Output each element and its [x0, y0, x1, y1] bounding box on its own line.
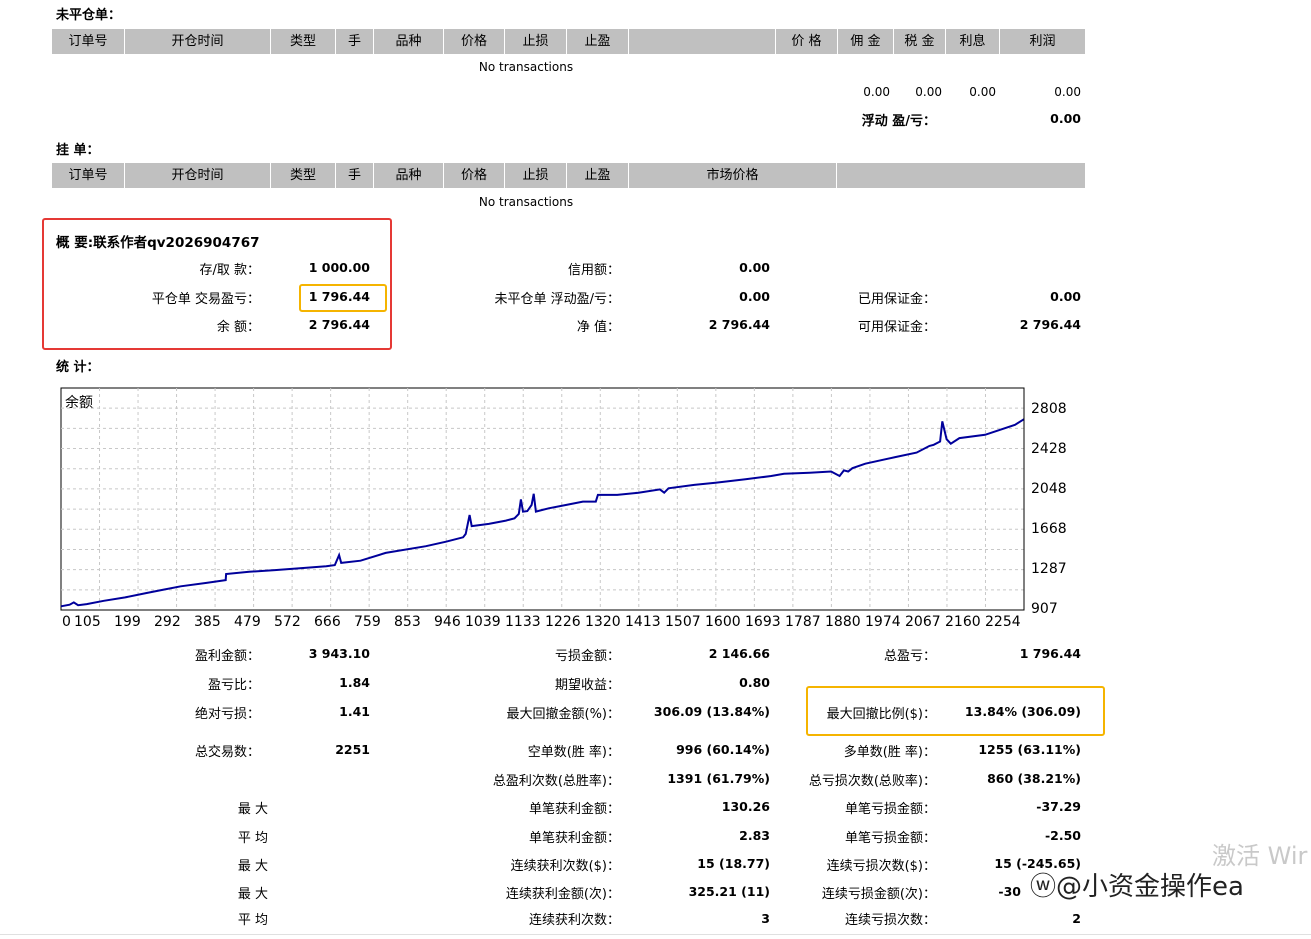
y-tick: 907 [1031, 601, 1058, 617]
average-loss-label: 单笔亏损金额： [844, 831, 936, 846]
x-tick: 105 [74, 614, 101, 630]
x-tick: 1320 [585, 614, 621, 630]
gross-loss-value: 2 146.66 [708, 646, 770, 661]
x-tick: 1693 [745, 614, 781, 630]
x-tick: 2254 [985, 614, 1021, 630]
y-tick: 2428 [1031, 441, 1067, 457]
average-profit-value: 2.83 [739, 828, 770, 843]
total-trades-label: 总交易数： [194, 745, 260, 760]
total-net-profit-value: 1 796.44 [1019, 646, 1081, 661]
short-trades-value: 996 (60.14%) [676, 742, 770, 757]
max-drawdown-value: 306.09 (13.84%) [653, 704, 770, 719]
side-label-max: 最 大 [237, 887, 268, 902]
x-tick: 199 [114, 614, 141, 630]
side-label-max: 最 大 [237, 859, 268, 874]
largest-profit-value: 130.26 [721, 799, 770, 814]
side-label-avg: 平 均 [237, 831, 268, 846]
x-tick: 2067 [905, 614, 941, 630]
gross-loss-label: 亏损金额： [554, 649, 620, 664]
profit-trades-label: 总盈利次数(总胜率)： [492, 774, 620, 789]
gross-profit-label: 盈利金额： [194, 649, 260, 664]
max-consecutive-loss-label: 连续亏损金额(次)： [821, 887, 936, 902]
max-consecutive-losses-label: 连续亏损次数($)： [826, 859, 936, 874]
y-tick: 1668 [1031, 521, 1067, 537]
x-tick: 1507 [665, 614, 701, 630]
x-tick: 666 [314, 614, 341, 630]
total-trades-value: 2251 [335, 742, 370, 757]
x-tick: 1226 [545, 614, 581, 630]
largest-loss-label: 单笔亏损金额： [844, 802, 936, 817]
max-consecutive-profit-value: 325.21 (11) [688, 884, 770, 899]
x-tick: 946 [434, 614, 461, 630]
y-tick: 2048 [1031, 481, 1067, 497]
max-consecutive-profit-label: 连续获利金额(次)： [505, 887, 620, 902]
side-label-max: 最 大 [237, 802, 268, 817]
x-tick: 1880 [825, 614, 861, 630]
x-tick: 572 [274, 614, 301, 630]
drawdown-highlight-box [806, 686, 1105, 736]
absolute-drawdown-label: 绝对亏损： [194, 707, 260, 722]
x-tick: 1600 [705, 614, 741, 630]
x-tick: 853 [394, 614, 421, 630]
gross-profit-value: 3 943.10 [308, 646, 370, 661]
x-tick: 0 [62, 614, 71, 630]
avg-consecutive-losses-value: 2 [1072, 911, 1081, 926]
y-tick: 1287 [1031, 561, 1067, 577]
x-tick: 1974 [865, 614, 901, 630]
avg-consecutive-losses-label: 连续亏损次数： [844, 913, 936, 928]
x-tick: 1039 [465, 614, 501, 630]
loss-trades-label: 总亏损次数(总败率)： [808, 774, 936, 789]
loss-trades-value: 860 (38.21%) [987, 771, 1081, 786]
chart-title: 余额 [65, 395, 93, 411]
average-profit-label: 单笔获利金额： [528, 831, 620, 846]
largest-loss-value: -37.29 [1036, 799, 1081, 814]
y-tick: 2808 [1031, 401, 1067, 417]
x-tick: 385 [194, 614, 221, 630]
profit-factor-label: 盈亏比： [207, 678, 260, 693]
short-trades-label: 空单数(胜 率)： [527, 745, 620, 760]
weibo-watermark: ⓦ@小资金操作ea [1030, 872, 1244, 902]
long-trades-value: 1255 (63.11%) [978, 742, 1081, 757]
bottom-divider [0, 934, 1311, 935]
x-tick: 1787 [785, 614, 821, 630]
side-label-avg: 平 均 [237, 913, 268, 928]
expected-payoff-label: 期望收益： [554, 678, 620, 693]
avg-consecutive-wins-value: 3 [761, 911, 770, 926]
max-drawdown-label: 最大回撤金额(%)： [506, 707, 621, 722]
profit-trades-value: 1391 (61.79%) [667, 771, 770, 786]
chart-plot-area [60, 387, 1025, 611]
x-tick: 479 [234, 614, 261, 630]
max-consecutive-loss-value: -30 [998, 884, 1021, 899]
profit-factor-value: 1.84 [339, 675, 370, 690]
x-tick: 1133 [505, 614, 541, 630]
x-tick: 1413 [625, 614, 661, 630]
max-consecutive-wins-value: 15 (18.77) [697, 856, 770, 871]
x-tick: 2160 [945, 614, 981, 630]
largest-profit-label: 单笔获利金额： [528, 802, 620, 817]
avg-consecutive-wins-label: 连续获利次数： [528, 913, 620, 928]
x-tick: 292 [154, 614, 181, 630]
long-trades-label: 多单数(胜 率)： [843, 745, 936, 760]
max-consecutive-wins-label: 连续获利次数($)： [510, 859, 620, 874]
x-tick: 759 [354, 614, 381, 630]
total-net-profit-label: 总盈亏： [883, 649, 936, 664]
expected-payoff-value: 0.80 [739, 675, 770, 690]
average-loss-value: -2.50 [1044, 828, 1081, 843]
absolute-drawdown-value: 1.41 [339, 704, 370, 719]
